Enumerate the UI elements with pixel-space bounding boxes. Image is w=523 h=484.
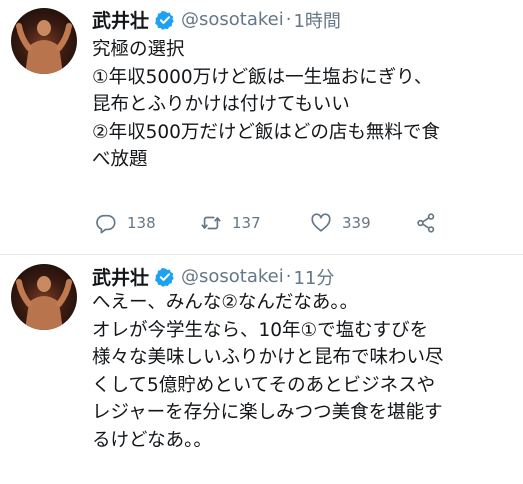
tweet-1[interactable]: 武井壮 @sosotakei · 1時間 究極の選択 ①年収5000万けど飯は一… xyxy=(0,0,523,255)
tweet-text-line: レジャーを存分に楽しみつつ美食を堪能す xyxy=(92,402,443,423)
tweet-text-line: ①年収5000万けど飯は一生塩おにぎり、 xyxy=(92,66,433,88)
tweet-text-line: るけどなあ。。 xyxy=(92,429,212,451)
like-count: 339 xyxy=(342,214,371,232)
tweet-2[interactable]: 武井壮 @sosotakei · 11分 へえー、みんな②なんだなあ。。 オレが… xyxy=(0,254,523,484)
reply-icon xyxy=(96,214,116,234)
reply-count: 138 xyxy=(127,214,156,232)
separator-dot: · xyxy=(285,9,292,30)
avatar-image xyxy=(16,20,72,74)
tweet-text-line: オレが今学生なら、10年①で塩むすびを xyxy=(92,319,429,341)
timestamp[interactable]: 11分 xyxy=(293,264,334,290)
avatar-image xyxy=(16,276,72,330)
retweet-icon xyxy=(201,216,221,230)
retweet-button[interactable]: 137 xyxy=(200,212,261,234)
author-handle[interactable]: @sosotakei xyxy=(181,266,284,287)
tweet-header: 武井壮 @sosotakei · 1時間 xyxy=(92,6,341,33)
share-button[interactable] xyxy=(415,212,447,234)
tweet-text-line: べ放題 xyxy=(92,149,148,170)
tweet-text: 究極の選択 ①年収5000万けど飯は一生塩おにぎり、 昆布とふりかけは付けてもい… xyxy=(92,36,517,174)
tweet-text: へえー、みんな②なんだなあ。。 オレが今学生なら、10年①で塩むすびを 様々な美… xyxy=(92,289,517,454)
tweet-text-line: へえー、みんな②なんだなあ。。 xyxy=(92,292,359,313)
author-name[interactable]: 武井壮 xyxy=(92,263,149,290)
tweet-text-line: ②年収500万だけど飯はどの店も無料で食 xyxy=(92,121,440,143)
reply-button[interactable]: 138 xyxy=(95,212,156,234)
like-button[interactable]: 339 xyxy=(310,212,371,234)
avatar[interactable] xyxy=(11,8,77,74)
tweet-text-line: 昆布とふりかけは付けてもいい xyxy=(92,94,350,115)
tweet-text-line: 究極の選択 xyxy=(92,39,185,60)
share-icon xyxy=(417,213,435,233)
tweet-actions: 138 137 339 xyxy=(95,212,455,238)
heart-icon xyxy=(311,213,331,232)
timestamp[interactable]: 1時間 xyxy=(293,7,340,33)
separator-dot: · xyxy=(285,266,292,287)
tweet-text-line: くして5億貯めといてそのあとビジネスや xyxy=(92,374,436,396)
avatar[interactable] xyxy=(11,264,77,330)
author-handle[interactable]: @sosotakei xyxy=(181,9,284,30)
tweet-text-line: 様々な美味しいふりかけと昆布で味わい尽 xyxy=(92,347,444,368)
author-name[interactable]: 武井壮 xyxy=(92,6,149,33)
verified-badge-icon xyxy=(155,267,174,287)
retweet-count: 137 xyxy=(232,214,261,232)
tweet-header: 武井壮 @sosotakei · 11分 xyxy=(92,263,334,290)
verified-badge-icon xyxy=(155,10,174,30)
